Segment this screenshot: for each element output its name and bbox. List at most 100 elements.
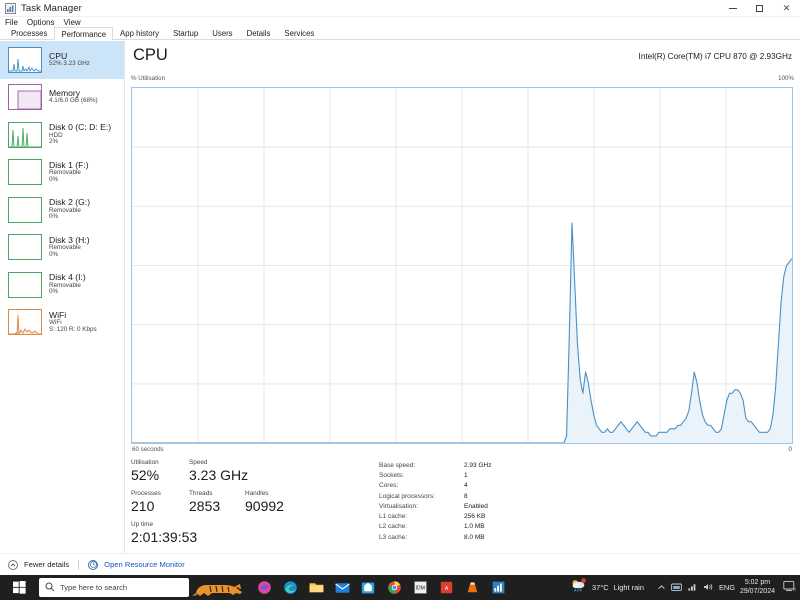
sidebar-item-sublabel: HDD — [49, 131, 63, 139]
sidebar-item-wifi[interactable]: WiFi WiFi S: 120 R: 0 Kbps — [0, 304, 124, 342]
fewer-details-button[interactable]: Fewer details — [24, 560, 69, 569]
empty-thumbnail-icon — [8, 159, 42, 186]
stat-threads-label: Threads — [189, 490, 213, 498]
empty-thumbnail-icon — [8, 271, 42, 298]
chevron-up-icon[interactable] — [8, 559, 18, 570]
sidebar-item-disk-1-f[interactable]: Disk 1 (F:) Removable 0% — [0, 154, 124, 192]
sidebar-item-cpu[interactable]: CPU 52% 3.23 GHz — [0, 41, 124, 79]
stat-speed-value: 3.23 GHz — [189, 467, 249, 483]
menu-item-options[interactable]: Options — [27, 18, 55, 27]
graph-axis-labels: % Utilisation 100% — [125, 75, 800, 85]
spec-key: L2 cache: — [379, 523, 408, 531]
open-resource-monitor-link[interactable]: Open Resource Monitor — [104, 560, 185, 569]
task-manager-icon — [5, 2, 16, 14]
sidebar-item-text: Disk 1 (F:) Removable 0% — [49, 160, 89, 184]
spec-key: Logical processors: — [379, 492, 435, 500]
cpu-utilisation-graph[interactable] — [131, 87, 793, 444]
title-bar: Task Manager ✕ — [0, 0, 800, 17]
weather-description[interactable]: Light rain — [614, 583, 644, 592]
weather-icon[interactable] — [570, 578, 587, 597]
vlc-icon[interactable] — [459, 575, 485, 600]
tab-startup[interactable]: Startup — [166, 27, 205, 39]
stat-uptime-value: 2:01:39:53 — [131, 529, 198, 546]
sidebar-item-text: Memory 4.1/6.0 GB (68%) — [49, 88, 98, 105]
stat-uptime-label: Up time — [131, 521, 154, 529]
mail-icon[interactable] — [329, 575, 355, 600]
menu-item-view[interactable]: View — [63, 18, 80, 27]
sidebar-item-memory[interactable]: Memory 4.1/6.0 GB (68%) — [0, 79, 124, 117]
resource-monitor-icon[interactable] — [88, 559, 99, 570]
network-icon[interactable] — [687, 579, 698, 597]
disk0-thumbnail-icon — [8, 121, 42, 148]
clock-time: 5:02 pm — [744, 579, 771, 587]
sidebar-item-value: 0% — [49, 250, 59, 258]
maximize-button[interactable] — [746, 0, 773, 17]
tab-app-history[interactable]: App history — [113, 27, 166, 39]
pdf-icon[interactable]: A — [433, 575, 459, 600]
tab-processes[interactable]: Processes — [4, 27, 54, 39]
weather-temperature[interactable]: 37°C — [592, 583, 609, 592]
start-button[interactable] — [0, 575, 38, 600]
close-button[interactable]: ✕ — [773, 0, 800, 17]
taskbar: Type here to search IDM A 37°C Light rai… — [0, 575, 800, 600]
search-box[interactable]: Type here to search — [39, 578, 189, 597]
cpu-stats: Utilisation 52% Speed 3.23 GHz Processes… — [131, 459, 793, 549]
sidebar-item-disk-2-g[interactable]: Disk 2 (G:) Removable 0% — [0, 191, 124, 229]
spec-key: Virtualisation: — [379, 502, 418, 510]
sidebar-item-value: 0% — [49, 213, 59, 221]
sidebar-item-disk-3-h[interactable]: Disk 3 (H:) Removable 0% — [0, 229, 124, 267]
show-hidden-icons-chevron[interactable] — [657, 579, 666, 597]
sidebar-item-value: S: 120 R: 0 Kbps — [49, 325, 97, 333]
spec-value: 1.0 MB — [464, 523, 485, 531]
svg-text:A: A — [444, 586, 448, 592]
notification-center-icon[interactable]: 20 — [783, 579, 798, 597]
tab-bar: Processes Performance App history Startu… — [0, 27, 800, 40]
stat-speed: Speed 3.23 GHz — [189, 459, 248, 483]
edge-icon[interactable] — [277, 575, 303, 600]
menu-bar: File Options View — [0, 17, 800, 27]
copilot-icon[interactable] — [251, 575, 277, 600]
spec-row: L1 cache: 256 KB — [379, 511, 579, 521]
stat-uptime: Up time 2:01:39:53 — [131, 521, 197, 545]
footer-bar: Fewer details Open Resource Monitor — [0, 553, 800, 575]
language-indicator[interactable]: ENG — [719, 583, 735, 592]
spec-key: L1 cache: — [379, 513, 408, 521]
y-axis-max-label: 100% — [778, 75, 794, 82]
minimize-button[interactable] — [719, 0, 746, 17]
tiger-image — [189, 575, 247, 600]
svg-text:20: 20 — [793, 586, 796, 591]
menu-item-file[interactable]: File — [5, 18, 18, 27]
sidebar-item-text: CPU 52% 3.23 GHz — [49, 51, 90, 68]
stat-handles-value: 90992 — [245, 498, 284, 515]
spec-value: Enabled — [464, 502, 488, 510]
tab-users[interactable]: Users — [205, 27, 239, 39]
wifi-thumbnail-icon — [8, 309, 42, 336]
stat-processes: Processes 210 — [131, 490, 189, 514]
sidebar-item-text: Disk 3 (H:) Removable 0% — [49, 235, 90, 259]
spec-row: Virtualisation: Enabled — [379, 501, 579, 511]
spec-value: 8.0 MB — [464, 533, 485, 541]
tab-performance[interactable]: Performance — [54, 27, 114, 40]
store-icon[interactable] — [355, 575, 381, 600]
spec-key: Cores: — [379, 482, 399, 490]
window-controls: ✕ — [719, 0, 800, 17]
cpu-thumbnail-icon — [8, 46, 42, 73]
sidebar-item-disk-0-c-d-e[interactable]: Disk 0 (C: D: E:) HDD 2% — [0, 116, 124, 154]
task-manager-taskbar-icon[interactable] — [485, 575, 511, 600]
tab-details[interactable]: Details — [240, 27, 278, 39]
stat-utilisation-label: Utilisation — [131, 459, 159, 466]
stat-processes-label: Processes — [131, 490, 161, 498]
idm-icon[interactable]: IDM — [407, 575, 433, 600]
system-tray: 37°C Light rain ENG 5:02 pm 29/07/2024 2… — [570, 578, 800, 597]
clock[interactable]: 5:02 pm 29/07/2024 — [740, 579, 775, 595]
spec-value: 256 KB — [464, 513, 486, 521]
sidebar-item-disk-4-i[interactable]: Disk 4 (I:) Removable 0% — [0, 266, 124, 304]
spec-key: Base speed: — [379, 461, 416, 469]
volume-icon[interactable] — [703, 579, 714, 597]
chrome-icon[interactable] — [381, 575, 407, 600]
cpu-model-label: Intel(R) Core(TM) i7 CPU 870 @ 2.93GHz — [638, 52, 792, 61]
file-explorer-icon[interactable] — [303, 575, 329, 600]
tab-services[interactable]: Services — [277, 27, 321, 39]
spec-row: Cores: 4 — [379, 481, 579, 491]
onedrive-icon[interactable] — [671, 579, 682, 597]
